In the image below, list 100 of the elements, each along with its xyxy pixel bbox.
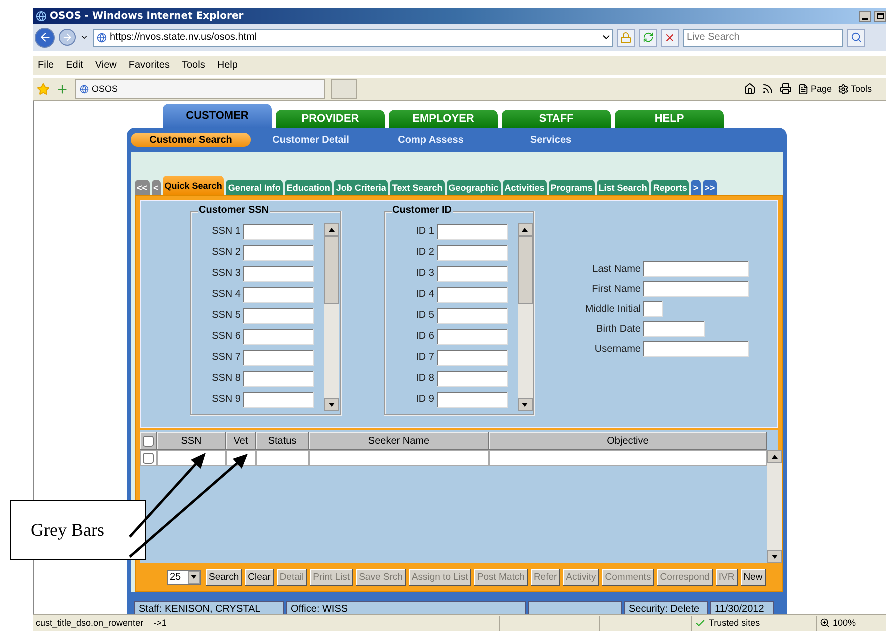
input-field[interactable] bbox=[643, 341, 749, 357]
field-label: ID 1 bbox=[416, 226, 434, 237]
input-field[interactable] bbox=[436, 308, 508, 324]
window-title: OSOS - Windows Internet Explorer bbox=[50, 10, 245, 22]
column-header[interactable]: SSN bbox=[157, 432, 226, 450]
browser-tab[interactable]: OSOS bbox=[75, 79, 325, 99]
input-field[interactable] bbox=[643, 261, 749, 277]
input-field[interactable] bbox=[243, 244, 314, 260]
input-field[interactable] bbox=[243, 370, 314, 386]
page-tab[interactable]: Education bbox=[284, 180, 332, 195]
dropdown-icon[interactable] bbox=[80, 33, 89, 42]
stop-button[interactable] bbox=[661, 28, 679, 46]
input-field[interactable] bbox=[436, 286, 508, 302]
forward-button[interactable] bbox=[59, 29, 76, 46]
input-field[interactable] bbox=[643, 281, 749, 297]
sub-nav-tab[interactable]: Comp Assess bbox=[371, 133, 491, 147]
sub-nav-tab[interactable]: Services bbox=[491, 133, 611, 147]
page-tab[interactable]: Programs bbox=[548, 180, 595, 195]
scroll-down-button[interactable] bbox=[767, 550, 782, 563]
toolbar-button[interactable]: Clear bbox=[245, 568, 274, 586]
page-tab[interactable]: Reports bbox=[651, 180, 690, 195]
page-menu[interactable]: Page bbox=[798, 84, 832, 94]
printer-icon[interactable] bbox=[780, 83, 792, 95]
page-tab[interactable]: Job Criteria bbox=[334, 180, 388, 195]
field-label: ID 6 bbox=[416, 331, 434, 342]
select-all-checkbox[interactable] bbox=[143, 436, 154, 446]
home-icon[interactable] bbox=[744, 83, 756, 95]
input-field[interactable] bbox=[243, 392, 314, 408]
scroll-up-button[interactable] bbox=[518, 223, 532, 236]
page-tab[interactable]: Quick Search bbox=[162, 176, 224, 195]
star-icon[interactable] bbox=[37, 82, 50, 96]
input-field[interactable] bbox=[436, 392, 508, 408]
field-label: ID 4 bbox=[416, 289, 434, 300]
input-field[interactable] bbox=[243, 266, 314, 282]
input-field[interactable] bbox=[436, 328, 508, 344]
input-field[interactable] bbox=[436, 266, 508, 282]
toolbar-button[interactable]: New bbox=[740, 568, 766, 586]
input-field[interactable] bbox=[243, 350, 314, 366]
menu-item[interactable]: Edit bbox=[66, 60, 84, 71]
down-arrow-icon bbox=[522, 402, 528, 406]
scroll-up-button[interactable] bbox=[767, 450, 782, 463]
page-tab[interactable]: Activities bbox=[502, 180, 547, 195]
page-tab[interactable]: Text Search bbox=[390, 180, 445, 195]
input-field[interactable] bbox=[436, 370, 508, 386]
input-field[interactable] bbox=[643, 321, 705, 337]
minimize-button[interactable] bbox=[859, 10, 871, 22]
scroll-down-button[interactable] bbox=[324, 398, 339, 411]
scrollbar[interactable] bbox=[767, 450, 782, 563]
input-field[interactable] bbox=[436, 244, 508, 260]
field-label: SSN 3 bbox=[212, 268, 241, 279]
menu-item[interactable]: Favorites bbox=[128, 60, 170, 71]
main-tab[interactable]: PROVIDER bbox=[276, 110, 385, 128]
zone-info: Trusted sites bbox=[691, 616, 816, 630]
main-tab[interactable]: CUSTOMER bbox=[163, 104, 272, 128]
scroll-tab-button[interactable]: > bbox=[691, 180, 701, 195]
scroll-tab-button[interactable]: >> bbox=[702, 180, 718, 195]
tools-menu[interactable]: Tools bbox=[838, 84, 872, 94]
menu-item[interactable]: Help bbox=[217, 60, 238, 71]
down-arrow-icon bbox=[191, 575, 197, 579]
menu-item[interactable]: View bbox=[95, 60, 117, 71]
security-button[interactable] bbox=[617, 28, 635, 46]
main-tab[interactable]: STAFF bbox=[502, 110, 611, 128]
column-header[interactable]: Objective bbox=[489, 432, 767, 450]
sub-nav-tab[interactable]: Customer Detail bbox=[251, 133, 371, 147]
scrollbar[interactable] bbox=[518, 223, 532, 411]
sub-nav-tab[interactable]: Customer Search bbox=[131, 133, 251, 147]
feed-icon[interactable] bbox=[762, 83, 774, 95]
input-field[interactable] bbox=[436, 224, 508, 240]
input-field[interactable] bbox=[243, 224, 314, 240]
refresh-button[interactable] bbox=[639, 28, 657, 46]
column-header[interactable]: Seeker Name bbox=[309, 432, 489, 450]
search-field[interactable]: Live Search bbox=[683, 28, 843, 46]
input-field[interactable] bbox=[243, 286, 314, 302]
column-header[interactable]: Status bbox=[256, 432, 309, 450]
restore-button[interactable] bbox=[874, 10, 886, 22]
add-favorite-icon[interactable] bbox=[56, 82, 69, 96]
input-field[interactable] bbox=[243, 328, 314, 344]
address-field[interactable]: https://nvos.state.nv.us/osos.html bbox=[93, 28, 613, 46]
toolbar-button[interactable]: Search bbox=[206, 568, 242, 586]
input-field[interactable] bbox=[243, 308, 314, 324]
column-header[interactable]: Vet bbox=[226, 432, 256, 450]
scroll-down-button[interactable] bbox=[518, 398, 532, 411]
input-field[interactable] bbox=[643, 301, 663, 317]
page-size-select[interactable]: 25 bbox=[167, 570, 201, 584]
search-button[interactable] bbox=[847, 28, 865, 46]
page-tab[interactable]: List Search bbox=[596, 180, 650, 195]
input-field[interactable] bbox=[436, 350, 508, 366]
row-checkbox[interactable] bbox=[143, 452, 154, 464]
zoom-control[interactable]: 100% bbox=[816, 616, 886, 630]
menu-item[interactable]: Tools bbox=[182, 60, 206, 71]
scroll-up-button[interactable] bbox=[324, 223, 339, 236]
main-tab[interactable]: HELP bbox=[615, 110, 724, 128]
main-tab[interactable]: EMPLOYER bbox=[389, 110, 498, 128]
field-label: Birth Date bbox=[596, 324, 641, 334]
page-tab[interactable]: General Info bbox=[226, 180, 283, 195]
menu-item[interactable]: File bbox=[38, 60, 54, 71]
callout-label: Grey Bars bbox=[10, 500, 146, 560]
back-button[interactable] bbox=[35, 28, 55, 48]
scrollbar[interactable] bbox=[324, 223, 339, 411]
page-tab[interactable]: Geographic bbox=[446, 180, 501, 195]
